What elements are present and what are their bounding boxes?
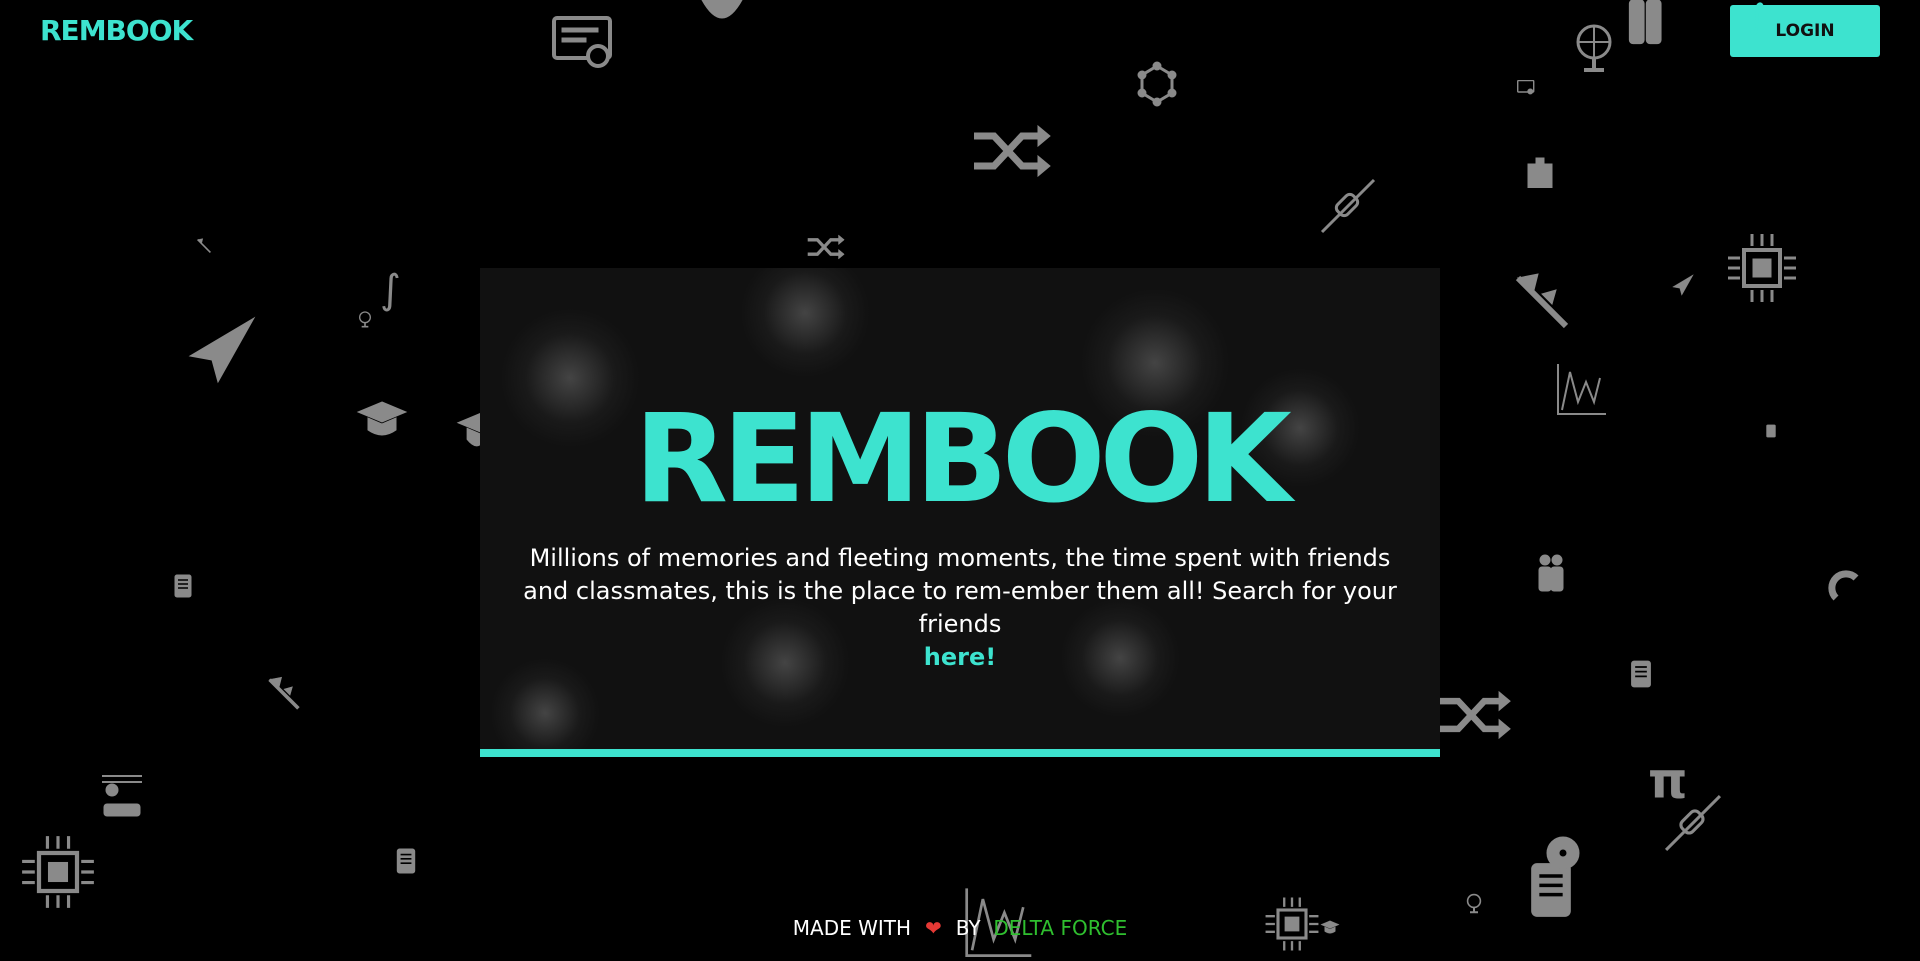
notebook-icon — [174, 574, 192, 598]
caliper-icon — [196, 238, 212, 254]
pi-icon: π — [1648, 752, 1688, 810]
footer-by: BY — [955, 916, 981, 940]
microscope-icon — [100, 774, 144, 818]
integral-icon: ∫ — [380, 267, 401, 313]
shuffle-icon — [1438, 690, 1512, 740]
radiation-icon — [1546, 836, 1580, 870]
footer-made-with: MADE WITH — [792, 916, 912, 940]
caliper-icon — [1512, 272, 1572, 332]
building-icon — [1524, 156, 1556, 188]
notebook-icon — [1530, 862, 1572, 918]
certificate-icon — [1516, 80, 1536, 96]
footer-team-name[interactable]: DELTA FORCE — [993, 916, 1127, 940]
footer: MADE WITH ❤ BY DELTA FORCE — [0, 916, 1920, 940]
molecule-icon — [1132, 58, 1182, 110]
shuffle-icon — [972, 124, 1052, 178]
notebook-icon — [1766, 424, 1776, 438]
graduation-cap-icon — [456, 410, 480, 452]
magnet-icon — [1828, 570, 1864, 606]
brand-logo[interactable]: REMBOOK — [40, 14, 193, 47]
people-icon — [1622, 0, 1666, 46]
chip-icon — [20, 834, 96, 910]
globe-icon — [1574, 20, 1614, 74]
integral-icon: ∫ — [1748, 0, 1766, 37]
hero-card: REMBOOK Millions of memories and fleetin… — [480, 268, 1440, 757]
certificate-icon — [552, 16, 614, 72]
people-icon — [1536, 554, 1566, 592]
globe-icon — [1466, 892, 1482, 914]
hero-description-text: Millions of memories and fleeting moment… — [523, 544, 1397, 638]
graduation-cap-icon — [356, 400, 408, 442]
globe-icon — [358, 310, 372, 328]
caliper-icon — [266, 676, 302, 712]
notebook-icon — [396, 848, 416, 874]
chart-icon — [1556, 362, 1608, 416]
hero-description: Millions of memories and fleeting moment… — [508, 542, 1412, 674]
search-friends-link[interactable]: here! — [924, 643, 996, 671]
chip-icon — [1726, 232, 1798, 304]
heart-icon: ❤ — [925, 916, 942, 940]
atom-icon — [700, 0, 744, 30]
resistor-icon — [1320, 178, 1376, 234]
hero-title: REMBOOK — [634, 388, 1292, 530]
paper-plane-icon — [1672, 274, 1694, 296]
hero-glow — [740, 268, 870, 378]
notebook-icon — [1630, 660, 1652, 688]
paper-plane-icon — [188, 316, 256, 384]
shuffle-icon — [806, 234, 846, 260]
